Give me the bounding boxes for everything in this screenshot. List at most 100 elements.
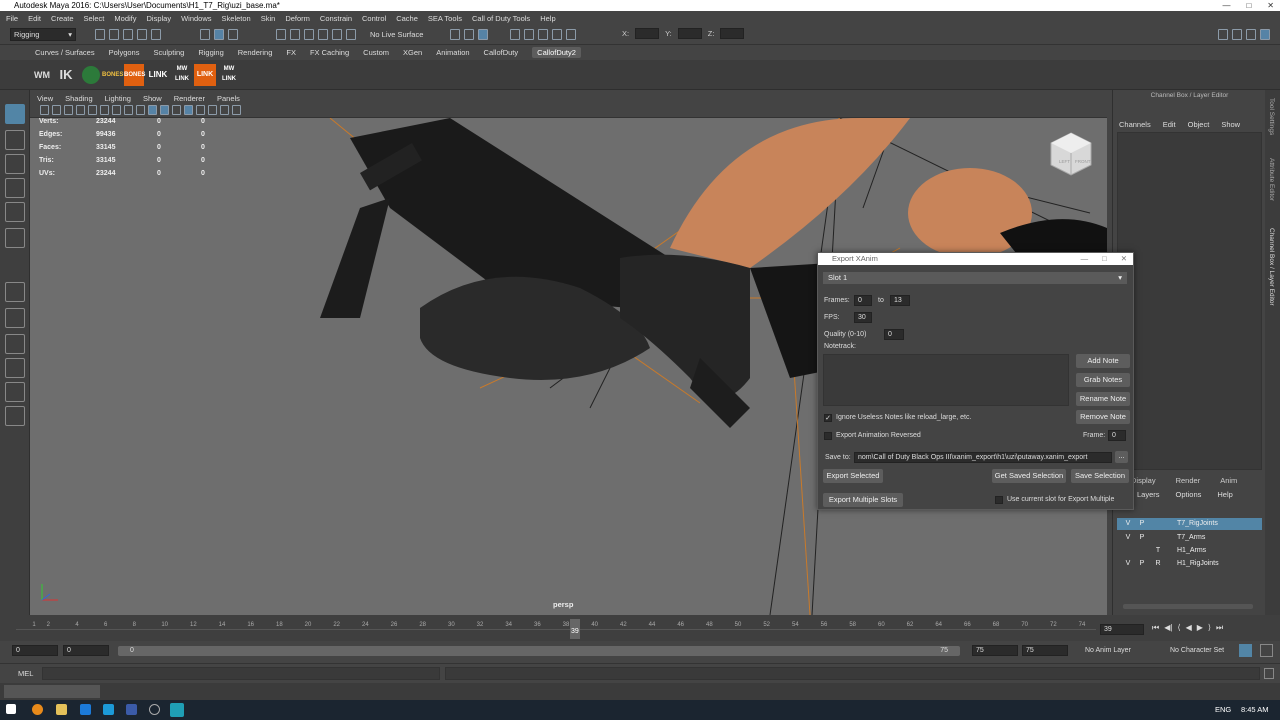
layout-two-icon[interactable] [5,334,25,354]
undo-icon[interactable] [137,29,147,40]
clock[interactable]: 8:45 AM [1241,705,1269,714]
save-to-path-field[interactable]: nom\Call of Duty Black Ops III\xanim_exp… [854,452,1112,463]
layout-single-icon[interactable] [5,282,25,302]
select-camera-icon[interactable] [40,105,49,115]
grab-notes-button[interactable]: Grab Notes [1076,373,1130,387]
shelf-tab-callofduty[interactable]: CallofDuty [484,48,519,57]
shelf-button-wm[interactable]: WM [32,64,52,86]
layout-dope-icon[interactable] [5,406,25,426]
attribute-editor-toggle-icon[interactable] [1232,29,1242,40]
export-multiple-slots-button[interactable]: Export Multiple Slots [823,493,903,507]
grid-toggle-icon[interactable] [100,105,109,115]
anim-layer-dropdown[interactable]: No Anim Layer [1085,647,1131,654]
play-backwards-icon[interactable]: ◀ [1186,623,1192,633]
step-back-key-icon[interactable]: ◀| [1164,623,1172,633]
channel-box-area[interactable] [1117,132,1262,470]
dialog-maximize-icon[interactable]: □ [1102,253,1107,265]
rename-note-button[interactable]: Rename Note [1076,392,1130,406]
use-current-slot-checkbox[interactable] [995,496,1003,504]
menu-modify[interactable]: Modify [114,14,136,23]
shelf-button-ik[interactable]: IK [56,64,76,86]
layout-graph-icon[interactable] [5,382,25,402]
channel-box-toggle-icon[interactable] [1260,29,1270,40]
shelf-tab-fx-caching[interactable]: FX Caching [310,48,349,57]
frame-start-field[interactable]: 0 [854,295,872,306]
lights-icon[interactable] [196,105,205,115]
start-time-field[interactable]: 0 [12,645,58,656]
render-frame-icon[interactable] [524,29,534,40]
viewcube-icon[interactable]: LEFT FRONT [1049,131,1093,177]
shelf-tab-xgen[interactable]: XGen [403,48,422,57]
image-plane-icon[interactable] [76,105,85,115]
menu-cache[interactable]: Cache [396,14,418,23]
shadows-icon[interactable] [208,105,217,115]
y-field[interactable] [677,28,702,39]
snap-surface-icon[interactable] [332,29,342,40]
select-tool-icon[interactable] [5,104,25,124]
film-gate-icon[interactable] [112,105,121,115]
xray-icon[interactable] [232,105,241,115]
frame-field[interactable]: 0 [1108,430,1126,441]
range-bar[interactable]: 0 75 [118,646,960,656]
live-surface-field[interactable]: No Live Surface [370,28,423,41]
menu-skin[interactable]: Skin [261,14,276,23]
tab-channel-box[interactable]: Channel Box / Layer Editor [1268,228,1275,306]
playback-start-field[interactable]: 0 [63,645,109,656]
layout-more-icon[interactable] [5,430,25,438]
maximize-icon[interactable]: □ [1246,0,1251,11]
object-menu[interactable]: Object [1188,120,1210,129]
menu-help[interactable]: Help [540,14,555,23]
shelf-button-bones-2[interactable]: BONES [124,64,145,86]
show-menu[interactable]: Show [1221,120,1240,129]
construction-history-icon[interactable] [478,29,488,40]
layout-outliner-icon[interactable] [5,358,25,378]
command-language-label[interactable]: MEL [18,669,33,678]
get-saved-selection-button[interactable]: Get Saved Selection [992,469,1066,483]
wireframe-on-shaded-icon[interactable] [172,105,181,115]
notetrack-list[interactable] [823,354,1069,406]
menu-sea-tools[interactable]: SEA Tools [428,14,462,23]
workspace-icon[interactable] [1218,29,1228,40]
new-scene-icon[interactable] [95,29,105,40]
menu-create[interactable]: Create [51,14,74,23]
taskbar-app-icon[interactable] [103,704,114,715]
input-language[interactable]: ENG [1215,705,1231,714]
hypershade-icon[interactable] [566,29,576,40]
snap-live-icon[interactable] [346,29,356,40]
menu-display[interactable]: Display [147,14,172,23]
playback-end-field[interactable]: 75 [972,645,1018,656]
shelf-button-link-2[interactable]: LINK [194,64,216,86]
auto-key-icon[interactable] [1239,644,1252,657]
shelf-button-mw-link-2[interactable]: MW LINK [218,64,240,86]
paint-select-tool-icon[interactable] [5,154,25,174]
windows-start-icon[interactable] [6,704,16,714]
shelf-button-mw-link[interactable]: MW LINK [172,64,192,86]
close-icon[interactable]: ✕ [1267,0,1274,11]
dialog-close-icon[interactable]: ✕ [1121,253,1127,265]
snap-view-icon[interactable] [318,29,328,40]
browse-button[interactable]: ... [1115,451,1128,463]
play-forwards-icon[interactable]: ▶ [1197,623,1203,633]
step-forward-frame-icon[interactable]: ⟩ [1208,623,1211,633]
menu-call-of-duty-tools[interactable]: Call of Duty Tools [472,14,530,23]
wireframe-icon[interactable] [148,105,157,115]
preferences-icon[interactable] [1260,644,1273,657]
menu-select[interactable]: Select [84,14,105,23]
viewport-menu-renderer[interactable]: Renderer [174,94,205,103]
x-field[interactable] [635,28,660,39]
layer-row[interactable]: V P R H1_RigJoints [1117,558,1262,570]
menu-deform[interactable]: Deform [285,14,310,23]
smooth-shade-icon[interactable] [160,105,169,115]
tab-display[interactable]: Display [1131,476,1156,485]
go-to-start-icon[interactable]: ⏮ [1152,623,1159,633]
viewport-menu-show[interactable]: Show [143,94,162,103]
shelf-tab-rendering[interactable]: Rendering [238,48,273,57]
select-hierarchy-icon[interactable] [200,29,210,40]
tab-render[interactable]: Render [1176,476,1201,485]
script-editor-icon[interactable] [1264,668,1274,679]
snap-curve-icon[interactable] [290,29,300,40]
shelf-tab-rigging[interactable]: Rigging [198,48,223,57]
taskbar-app-icon[interactable] [80,704,91,715]
layers-menu[interactable]: Layers [1137,490,1160,499]
help-menu[interactable]: Help [1217,490,1232,499]
